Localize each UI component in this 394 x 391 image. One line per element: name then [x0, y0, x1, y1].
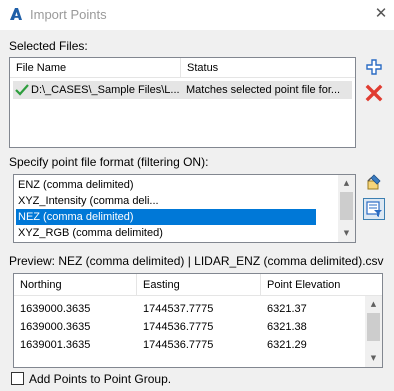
preview-label: Preview: NEZ (comma delimited) | LIDAR_E… [9, 254, 384, 268]
dialog-body: Selected Files: File Name Status D:\_CAS… [0, 30, 394, 391]
format-manager-icon [367, 174, 381, 190]
elevation-cell: 6321.38 [267, 321, 307, 333]
column-northing[interactable]: Northing [14, 274, 132, 296]
manage-formats-button[interactable] [363, 171, 385, 193]
selected-files-list[interactable]: File Name Status D:\_CASES\_Sample Files… [9, 57, 356, 148]
elevation-cell: 6321.37 [267, 303, 307, 315]
format-list[interactable]: ENZ (comma delimited) XYZ_Intensity (com… [13, 174, 356, 243]
close-button[interactable]: ✕ [371, 3, 391, 23]
file-name-cell: D:\_CASES\_Sample Files\L... [31, 84, 179, 96]
red-x-icon [365, 84, 383, 102]
preview-table[interactable]: Northing Easting Point Elevation 1639000… [13, 273, 383, 368]
format-item-selected[interactable]: NEZ (comma delimited) [16, 209, 316, 225]
table-row[interactable]: 1639001.3635 1744536.7775 6321.29 [14, 336, 366, 354]
status-cell: Matches selected point file for... [186, 84, 341, 96]
scroll-thumb[interactable] [367, 313, 380, 341]
easting-cell: 1744537.7775 [143, 303, 214, 315]
easting-cell: 1744536.7775 [143, 321, 214, 333]
scroll-thumb[interactable] [340, 192, 353, 220]
scroll-up-icon[interactable]: ▲ [365, 296, 382, 313]
green-check-icon [15, 84, 29, 96]
selected-files-label: Selected Files: [9, 39, 88, 53]
easting-cell: 1744536.7775 [143, 339, 214, 351]
northing-cell: 1639000.3635 [20, 303, 91, 315]
preview-scrollbar[interactable]: ▲ ▼ [365, 296, 382, 367]
add-file-button[interactable] [363, 56, 385, 78]
format-item[interactable]: XYZ_RGB (comma delimited) [16, 225, 335, 241]
table-row[interactable]: 1639000.3635 1744537.7775 6321.37 [14, 300, 366, 318]
format-scrollbar[interactable]: ▲ ▼ [338, 175, 355, 242]
format-item[interactable]: ENZ (comma delimited) [16, 177, 335, 193]
filter-icon [366, 201, 382, 217]
column-easting[interactable]: Easting [136, 274, 258, 296]
file-row[interactable]: D:\_CASES\_Sample Files\L... Matches sel… [13, 81, 352, 99]
scroll-down-icon[interactable]: ▼ [365, 350, 382, 367]
format-item[interactable]: XYZ_Intensity (comma deli... [16, 193, 335, 209]
remove-file-button[interactable] [363, 82, 385, 104]
column-point-elevation[interactable]: Point Elevation [260, 274, 366, 296]
elevation-cell: 6321.29 [267, 339, 307, 351]
column-file-name[interactable]: File Name [10, 58, 176, 78]
preview-header: Northing Easting Point Elevation [14, 274, 382, 296]
column-status[interactable]: Status [180, 58, 355, 78]
northing-cell: 1639001.3635 [20, 339, 91, 351]
selected-files-header: File Name Status [10, 58, 355, 78]
autocad-a-icon [8, 6, 24, 22]
add-to-group-checkbox[interactable] [11, 372, 24, 385]
format-label: Specify point file format (filtering ON)… [9, 155, 209, 169]
plus-icon [366, 59, 382, 75]
window-title: Import Points [30, 7, 107, 22]
title-bar: Import Points ✕ [0, 0, 394, 30]
scroll-up-icon[interactable]: ▲ [338, 175, 355, 192]
table-row[interactable]: 1639000.3635 1744536.7775 6321.38 [14, 318, 366, 336]
scroll-down-icon[interactable]: ▼ [338, 225, 355, 242]
add-to-group-label[interactable]: Add Points to Point Group. [29, 372, 171, 386]
northing-cell: 1639000.3635 [20, 321, 91, 333]
filter-formats-button[interactable] [363, 198, 385, 220]
